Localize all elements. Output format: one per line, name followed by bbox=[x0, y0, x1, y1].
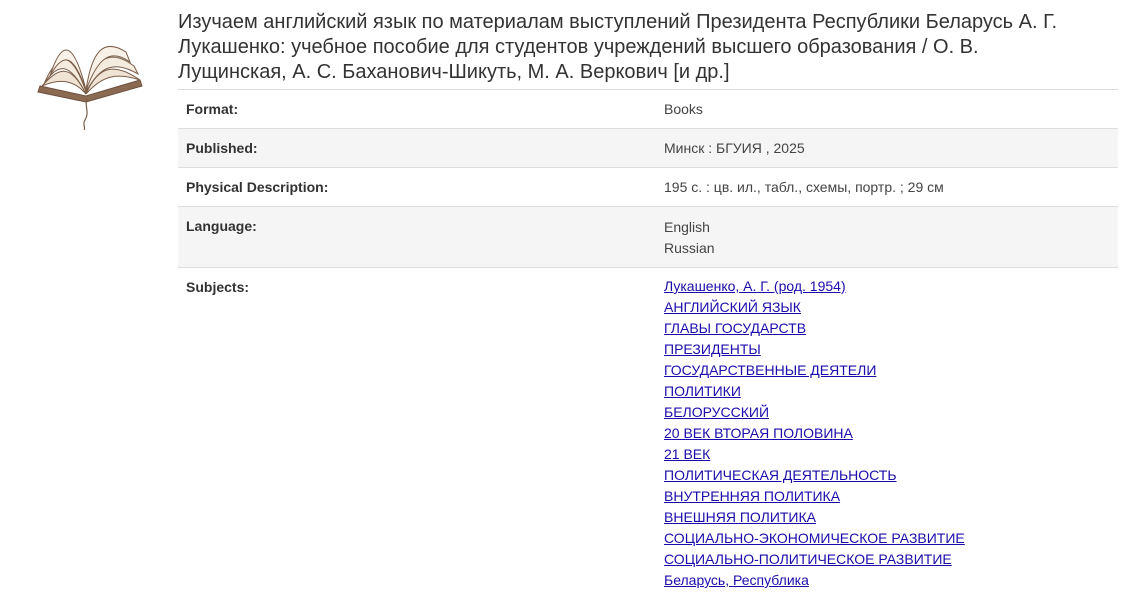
language-values: English Russian bbox=[664, 207, 1118, 268]
subject-link[interactable]: СОЦИАЛЬНО-ПОЛИТИЧЕСКОЕ РАЗВИТИЕ bbox=[664, 549, 1118, 570]
subject-link[interactable]: АНГЛИЙСКИЙ ЯЗЫК bbox=[664, 297, 1118, 318]
language-row: Language: English Russian bbox=[178, 206, 1118, 268]
record-content: Изучаем английский язык по материалам вы… bbox=[178, 10, 1118, 599]
subject-link[interactable]: СОЦИАЛЬНО-ЭКОНОМИЧЕСКОЕ РАЗВИТИЕ bbox=[664, 528, 1118, 549]
published-row: Published: Минск : БГУИЯ , 2025 bbox=[178, 128, 1118, 168]
subject-link[interactable]: Беларусь, Республика bbox=[664, 570, 1118, 591]
open-book-icon bbox=[30, 22, 150, 131]
subject-link[interactable]: ПОЛИТИКИ bbox=[664, 381, 1118, 402]
subjects-list: Лукашенко, А. Г. (род. 1954) АНГЛИЙСКИЙ … bbox=[664, 268, 1118, 600]
format-value: Books bbox=[664, 101, 703, 117]
subjects-label: Subjects: bbox=[186, 279, 250, 295]
record-title: Изучаем английский язык по материалам вы… bbox=[178, 10, 1118, 85]
published-label: Published: bbox=[186, 140, 258, 156]
physical-description-value: 195 с. : цв. ил., табл., схемы, портр. ;… bbox=[664, 179, 944, 195]
subject-link[interactable]: 21 ВЕК bbox=[664, 444, 1118, 465]
subjects-row: Subjects: Лукашенко, А. Г. (род. 1954) А… bbox=[178, 267, 1118, 600]
subject-link[interactable]: БЕЛОРУССКИЙ bbox=[664, 402, 1118, 423]
format-label: Format: bbox=[186, 101, 239, 117]
subject-link[interactable]: ВНЕШНЯЯ ПОЛИТИКА bbox=[664, 507, 1118, 528]
subject-link[interactable]: ГОСУДАРСТВЕННЫЕ ДЕЯТЕЛИ bbox=[664, 360, 1118, 381]
published-value: Минск : БГУИЯ , 2025 bbox=[664, 140, 805, 156]
format-row: Format: Books bbox=[178, 89, 1118, 129]
language-label: Language: bbox=[186, 218, 257, 234]
physical-description-row: Physical Description: 195 с. : цв. ил., … bbox=[178, 167, 1118, 207]
language-value: Russian bbox=[664, 240, 715, 256]
subject-link[interactable]: ПРЕЗИДЕНТЫ bbox=[664, 339, 1118, 360]
record-view: Изучаем английский язык по материалам вы… bbox=[0, 0, 1123, 615]
title-line: Изучаем английский язык по материалам вы… bbox=[178, 11, 1058, 33]
subject-link[interactable]: Лукашенко, А. Г. (род. 1954) bbox=[664, 276, 1118, 297]
details-table: Format: Books Published: Минск : БГУИЯ ,… bbox=[178, 89, 1118, 599]
subject-link[interactable]: ГЛАВЫ ГОСУДАРСТВ bbox=[664, 318, 1118, 339]
subject-link[interactable]: ПОЛИТИЧЕСКАЯ ДЕЯТЕЛЬНОСТЬ bbox=[664, 465, 1118, 486]
physical-description-label: Physical Description: bbox=[186, 179, 329, 195]
title-line: Лущинская, А. С. Баханович-Шикуть, М. А.… bbox=[178, 61, 730, 83]
subject-link[interactable]: 20 ВЕК ВТОРАЯ ПОЛОВИНА bbox=[664, 423, 1118, 444]
subject-link[interactable]: ВНУТРЕННЯЯ ПОЛИТИКА bbox=[664, 486, 1118, 507]
title-line: Лукашенко: учебное пособие для студентов… bbox=[178, 36, 979, 58]
language-value: English bbox=[664, 219, 710, 235]
